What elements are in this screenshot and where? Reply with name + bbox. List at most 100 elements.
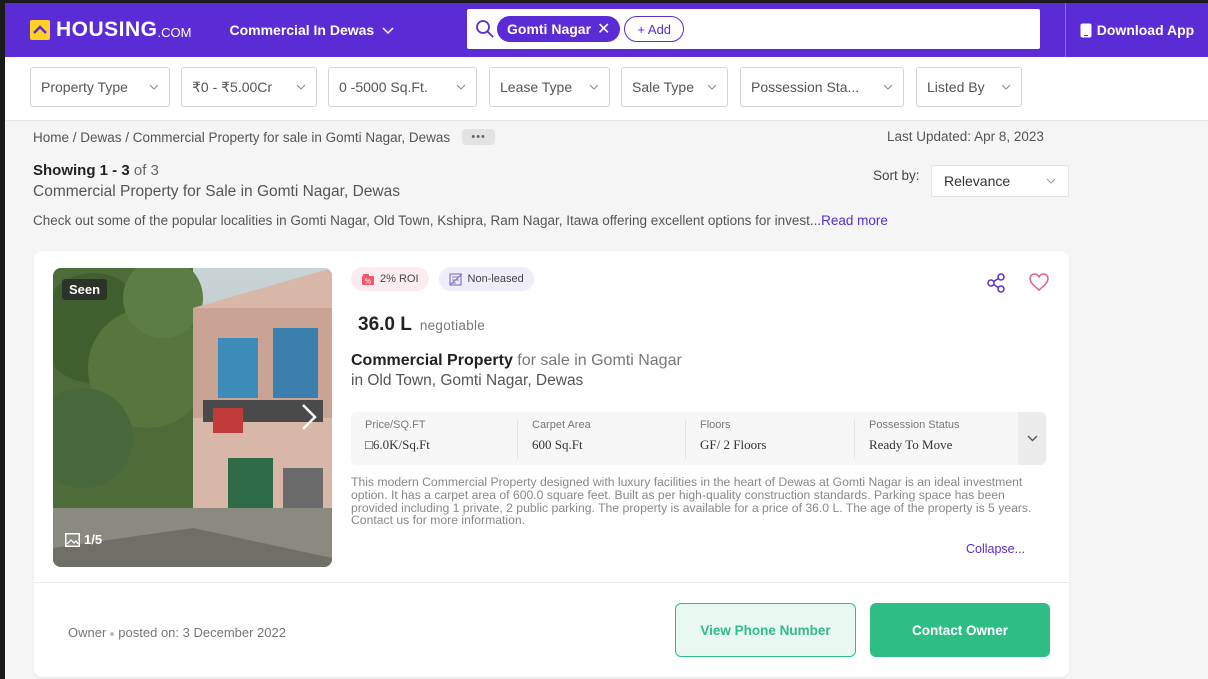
posted-info: Owner posted on: 3 December 2022 — [68, 625, 286, 640]
listing-price: 36.0 L negotiable — [358, 314, 485, 336]
filter-listed-by[interactable]: Listed By — [916, 67, 1022, 107]
close-icon[interactable]: ✕ — [597, 19, 610, 39]
collapse-link[interactable]: Collapse... — [966, 542, 1025, 556]
chevron-down-icon — [296, 84, 306, 90]
city-category-selector[interactable]: Commercial In Dewas — [229, 22, 394, 38]
chevron-down-icon — [382, 26, 394, 34]
chevron-down-icon — [456, 84, 466, 90]
listing-card[interactable]: Seen 1/5 % 2% ROI Non-leased 36.0 L nego… — [34, 251, 1069, 677]
listing-photo[interactable]: Seen 1/5 — [53, 268, 332, 567]
chevron-down-icon — [1001, 84, 1011, 90]
window-border-top — [0, 0, 1208, 3]
spec-floors: Floors GF/ 2 Floors — [685, 419, 854, 459]
sort-dropdown[interactable]: Relevance — [931, 165, 1069, 197]
price-value: 36.0 L — [358, 314, 412, 335]
listing-title-type: Commercial Property — [351, 352, 513, 369]
results-count: Showing 1 - 3 of 3 — [33, 162, 159, 179]
filter-label: Sale Type — [632, 79, 695, 95]
spec-carpet-area: Carpet Area 600 Sq.Ft — [517, 419, 685, 459]
card-divider — [34, 582, 1069, 583]
spec-price-per-sqft: Price/SQ.FT □6.0K/Sq.Ft — [351, 419, 517, 459]
filter-area-range[interactable]: 0 -5000 Sq.Ft. — [328, 67, 477, 107]
filter-sale-type[interactable]: Sale Type — [621, 67, 728, 107]
spec-value: □6.0K/Sq.Ft — [365, 437, 430, 452]
results-total: of 3 — [133, 162, 159, 179]
locality-description-text: Check out some of the popular localities… — [33, 213, 822, 228]
lease-tag-label: Non-leased — [467, 273, 524, 285]
chevron-down-icon — [1046, 178, 1056, 184]
filter-label: Possession Sta... — [751, 79, 860, 95]
city-selector-label: Commercial In Dewas — [229, 22, 375, 38]
download-app-button[interactable]: Download App — [1065, 3, 1208, 57]
posted-by: Owner — [68, 625, 107, 640]
chevron-right-icon[interactable] — [297, 402, 321, 432]
filter-label: Property Type — [41, 79, 128, 95]
listing-specs: Price/SQ.FT □6.0K/Sq.Ft Carpet Area 600 … — [351, 412, 1046, 465]
spec-value: 600 Sq.Ft — [532, 437, 583, 452]
posted-date: posted on: 3 December 2022 — [118, 625, 286, 640]
roi-tag-label: 2% ROI — [380, 273, 419, 285]
share-icon[interactable] — [986, 273, 1006, 293]
breadcrumb-path[interactable]: Home / Dewas / Commercial Property for s… — [33, 130, 450, 145]
logo-text: HOUSING — [56, 18, 158, 41]
filter-label: ₹0 - ₹5.00Cr — [192, 78, 273, 95]
photo-counter: 1/5 — [65, 532, 102, 547]
lease-tag: Non-leased — [438, 267, 534, 291]
filter-lease-type[interactable]: Lease Type — [489, 67, 610, 107]
chevron-down-icon — [589, 84, 599, 90]
roi-tag: % 2% ROI — [351, 267, 429, 291]
spec-possession-status: Possession Status Ready To Move — [854, 419, 1018, 459]
spec-label: Floors — [700, 419, 731, 431]
spec-label: Carpet Area — [532, 419, 591, 431]
listing-location: in Old Town, Gomti Nagar, Dewas — [351, 372, 584, 389]
chevron-down-icon — [149, 84, 159, 90]
filter-property-type[interactable]: Property Type — [30, 67, 170, 107]
filter-price-range[interactable]: ₹0 - ₹5.00Cr — [181, 67, 317, 107]
locality-description: Check out some of the popular localities… — [33, 213, 888, 228]
listing-description: This modern Commercial Property designed… — [351, 475, 1032, 528]
search-icon — [476, 20, 494, 38]
download-app-label: Download App — [1096, 22, 1195, 38]
filter-label: 0 -5000 Sq.Ft. — [339, 79, 428, 95]
spec-label: Possession Status — [869, 419, 960, 431]
svg-text:%: % — [365, 277, 372, 285]
specs-expand-button[interactable] — [1018, 412, 1046, 465]
search-bar[interactable]: Gomti Nagar ✕ + Add — [467, 9, 1040, 49]
read-more-link[interactable]: Read more — [821, 213, 888, 228]
sort-label: Sort by: — [873, 168, 920, 183]
contact-owner-button[interactable]: Contact Owner — [870, 603, 1050, 657]
page-title: Commercial Property for Sale in Gomti Na… — [33, 183, 400, 200]
top-header: HOUSING .COM Commercial In Dewas Gomti N… — [5, 3, 1208, 57]
view-phone-button[interactable]: View Phone Number — [675, 603, 856, 657]
building-photo-illustration — [53, 268, 332, 567]
price-note: negotiable — [419, 318, 486, 333]
listing-title-rest: for sale in Gomti Nagar — [512, 352, 682, 369]
add-locality-button[interactable]: + Add — [624, 16, 685, 42]
filter-possession-status[interactable]: Possession Sta... — [740, 67, 904, 107]
listing-title[interactable]: Commercial Property for sale in Gomti Na… — [351, 352, 682, 370]
results-range: Showing 1 - 3 — [33, 162, 130, 179]
spec-label: Price/SQ.FT — [365, 419, 426, 431]
housing-logo[interactable]: HOUSING .COM — [30, 18, 191, 42]
chevron-down-icon — [883, 84, 893, 90]
listing-tags: % 2% ROI Non-leased — [351, 267, 534, 291]
last-updated: Last Updated: Apr 8, 2023 — [887, 129, 1044, 144]
spec-value: Ready To Move — [869, 437, 953, 452]
logo-icon — [30, 20, 50, 40]
separator-dot — [110, 631, 115, 636]
window-border-left — [0, 0, 5, 679]
chevron-down-icon — [1027, 435, 1037, 442]
breadcrumb: Home / Dewas / Commercial Property for s… — [33, 129, 496, 145]
spec-value: GF/ 2 Floors — [700, 437, 767, 452]
sort-value: Relevance — [944, 173, 1011, 189]
breadcrumb-more-button[interactable]: ••• — [462, 129, 496, 145]
heart-icon[interactable] — [1029, 273, 1049, 292]
chip-label: Gomti Nagar — [507, 21, 592, 37]
search-chip-locality[interactable]: Gomti Nagar ✕ — [497, 16, 621, 42]
chevron-down-icon — [707, 84, 717, 90]
results-page: Home / Dewas / Commercial Property for s… — [5, 121, 1208, 679]
roi-icon: % — [362, 273, 374, 285]
lease-icon — [448, 272, 462, 286]
photo-count-text: 1/5 — [84, 532, 103, 547]
filter-label: Lease Type — [500, 79, 573, 95]
